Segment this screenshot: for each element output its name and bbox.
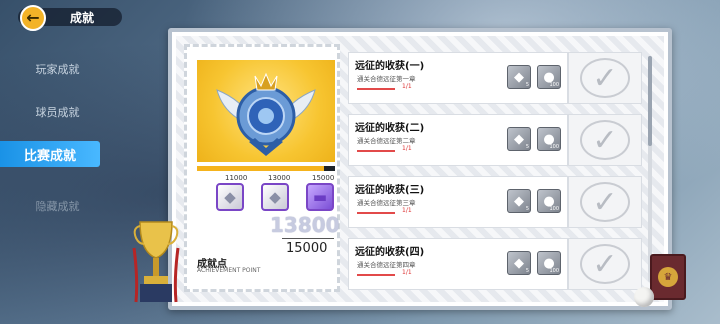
achievement-progress-fill	[357, 150, 395, 152]
milestone-reward-3[interactable]: ▬	[306, 183, 334, 211]
row-reward-coin[interactable]: ● 100	[537, 127, 561, 151]
achievement-progress-text: 1/1	[402, 269, 412, 276]
achievement-row[interactable]: 远征的收获(三) 通关合德远征第三章 1/1 ◆ 5 ● 100	[348, 176, 568, 228]
emblem-panel	[197, 60, 335, 162]
row-reward-coin[interactable]: ● 100	[537, 189, 561, 213]
achievement-description: 通关合德远征第三章	[357, 199, 416, 207]
milestone-label: 13000	[268, 174, 291, 182]
achievement-progress-text: 1/1	[402, 145, 412, 152]
winged-blue-crest-emblem-icon	[216, 72, 316, 156]
reward-quantity: 100	[549, 82, 559, 88]
diamond-icon: ◆	[269, 188, 281, 206]
achievement-progress-bar	[357, 212, 395, 214]
milestone-label: 11000	[225, 174, 248, 182]
checkmark-icon: ✓	[580, 244, 630, 284]
ball-icon	[634, 287, 654, 307]
row-reward-diamond[interactable]: ◆ 5	[507, 127, 531, 151]
achievement-title: 远征的收获(三)	[355, 185, 425, 196]
achievement-title: 远征的收获(一)	[355, 61, 425, 72]
sidebar-item-hidden-achievements[interactable]: 隐藏成就	[0, 193, 115, 219]
page-title: 成就	[70, 11, 95, 25]
achievement-description: 通关合德远征第四章	[357, 261, 416, 269]
diamond-icon: ◆	[514, 131, 524, 147]
reward-quantity: 5	[525, 268, 529, 274]
achievement-status-completed[interactable]: ✓	[568, 52, 642, 104]
reward-quantity: 5	[525, 144, 529, 150]
milestone-reward-1[interactable]: ◆	[216, 183, 244, 211]
row-reward-coin[interactable]: ● 100	[537, 251, 561, 275]
achievement-progress-fill	[357, 88, 395, 90]
diamond-icon: ◆	[224, 188, 236, 206]
current-points: 13800	[270, 213, 340, 237]
diamond-icon: ◆	[514, 193, 524, 209]
achievement-progress-fill	[197, 166, 324, 171]
reward-quantity: 100	[549, 268, 559, 274]
achievement-progress-text: 1/1	[402, 207, 412, 214]
crown-badge-icon: ♛	[658, 267, 678, 287]
achievement-progress-fill	[357, 274, 395, 276]
achievement-row[interactable]: 远征的收获(一) 通关合德远征第一章 1/1 ◆ 5 ● 100	[348, 52, 568, 104]
points-divider	[282, 238, 334, 239]
reward-quantity: 5	[525, 82, 529, 88]
total-points: 15000	[286, 241, 328, 256]
ticket-icon: ▬	[312, 188, 328, 206]
reward-quantity: 100	[549, 206, 559, 212]
achievement-progress-fill	[357, 212, 395, 214]
back-button[interactable]: ←	[20, 5, 46, 31]
row-reward-diamond[interactable]: ◆ 5	[507, 251, 531, 275]
achievement-title: 远征的收获(四)	[355, 247, 425, 258]
achievement-progress-bar	[357, 274, 395, 276]
reward-quantity: 100	[549, 144, 559, 150]
achievement-status-completed[interactable]: ✓	[568, 114, 642, 166]
checkmark-icon: ✓	[580, 182, 630, 222]
reward-quantity: 5	[525, 206, 529, 212]
sidebar-item-player-achievements[interactable]: 玩家成就	[0, 56, 115, 82]
achievement-row[interactable]: 远征的收获(二) 通关合德远征第二章 1/1 ◆ 5 ● 100	[348, 114, 568, 166]
points-sublabel: ACHIEVEMENT POINT	[197, 267, 261, 274]
milestone-label: 15000	[312, 174, 335, 182]
arrow-left-icon: ←	[26, 8, 40, 27]
achievement-progress-bar	[357, 88, 395, 90]
achievement-description: 通关合德远征第二章	[357, 137, 416, 145]
achievement-title: 远征的收获(二)	[355, 123, 425, 134]
achievement-progress-bar	[357, 150, 395, 152]
trophy-icon	[132, 221, 180, 303]
sidebar-item-match-achievements[interactable]: 比赛成就	[0, 141, 100, 167]
achievement-status-completed[interactable]: ✓	[568, 238, 642, 290]
achievement-progress-text: 1/1	[402, 83, 412, 90]
diamond-icon: ◆	[514, 69, 524, 85]
row-reward-diamond[interactable]: ◆ 5	[507, 65, 531, 89]
row-reward-diamond[interactable]: ◆ 5	[507, 189, 531, 213]
achievement-row[interactable]: 远征的收获(四) 通关合德远征第四章 1/1 ◆ 5 ● 100	[348, 238, 568, 290]
diamond-icon: ◆	[514, 255, 524, 271]
sidebar-item-player-card-achievements[interactable]: 球员成就	[0, 99, 115, 125]
achievement-status-completed[interactable]: ✓	[568, 176, 642, 228]
checkmark-icon: ✓	[580, 120, 630, 160]
milestone-reward-2[interactable]: ◆	[261, 183, 289, 211]
checkmark-icon: ✓	[580, 58, 630, 98]
row-reward-coin[interactable]: ● 100	[537, 65, 561, 89]
record-book: ♛	[650, 254, 686, 300]
list-scroll-thumb[interactable]	[648, 56, 652, 146]
achievement-description: 通关合德远征第一章	[357, 75, 416, 83]
